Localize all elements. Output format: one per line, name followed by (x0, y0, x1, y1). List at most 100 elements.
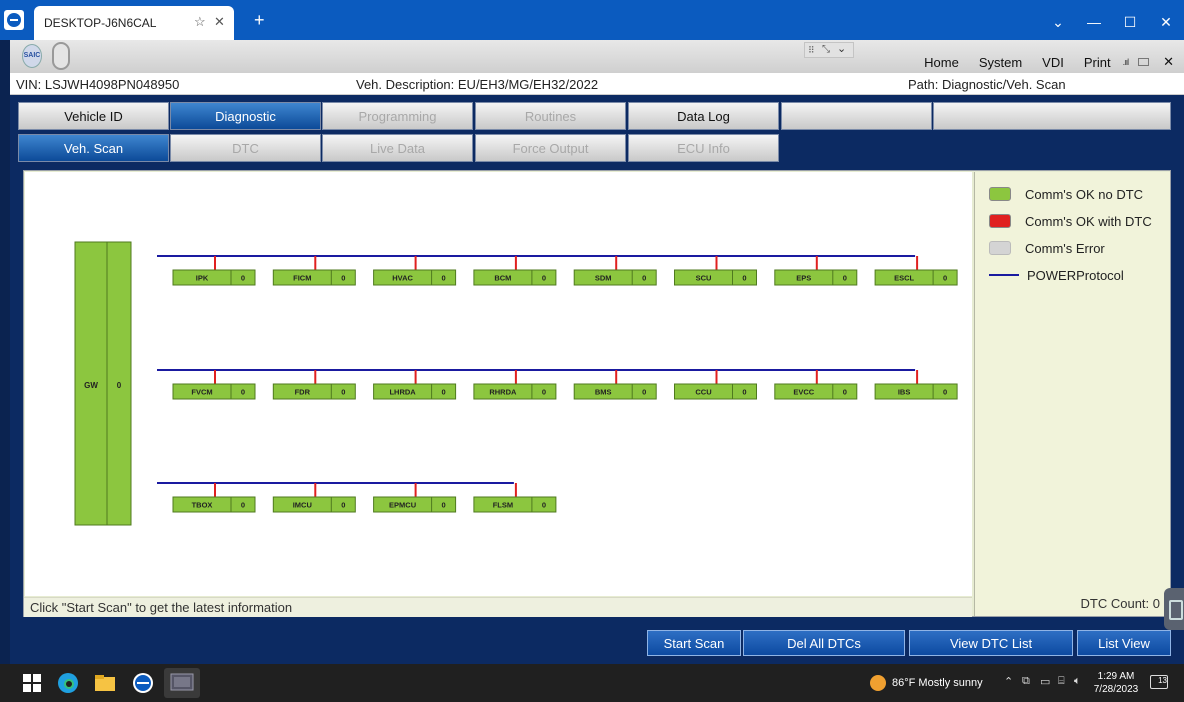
ecu-dtc-count: 0 (341, 388, 345, 397)
session-tab-label: DESKTOP-J6N6CAL (44, 16, 157, 30)
tab-vehicle-id[interactable]: Vehicle ID (18, 102, 169, 130)
tab-routines[interactable]: Routines (475, 102, 626, 130)
usb-icon[interactable]: ⧉ (1022, 675, 1030, 688)
legend-label: Comm's OK no DTC (1025, 186, 1144, 202)
start-scan-button[interactable]: Start Scan (647, 630, 741, 656)
ecu-label: FVCM (191, 388, 212, 397)
network-icon[interactable]: ⌸ (1058, 675, 1065, 688)
dtc-count: DTC Count: 0 (1080, 596, 1160, 611)
legend-comm-error: Comm's Error (989, 238, 1105, 258)
tab-programming[interactable]: Programming (322, 102, 473, 130)
clock-time: 1:29 AM (1097, 671, 1135, 682)
ecu-dtc-count: 0 (241, 501, 245, 510)
new-tab-button[interactable]: + (254, 10, 265, 31)
ecu-label: EVCC (793, 388, 814, 397)
edge-browser-icon[interactable] (56, 671, 80, 695)
file-explorer-icon[interactable] (93, 671, 117, 695)
legend-label: POWERProtocol (1027, 267, 1124, 283)
ecu-dtc-count: 0 (341, 274, 345, 283)
ecu-dtc-count: 0 (943, 274, 947, 283)
ecu-dtc-count: 0 (241, 274, 245, 283)
ecu-label: CCU (695, 388, 711, 397)
session-tab[interactable]: DESKTOP-J6N6CAL ☆ ✕ (34, 6, 234, 40)
ecu-dtc-count: 0 (943, 388, 947, 397)
green-swatch-icon (989, 187, 1011, 201)
subtab-ecu-info[interactable]: ECU Info (628, 134, 779, 162)
ecu-label: BMS (595, 388, 612, 397)
teamviewer-logo-icon[interactable] (4, 10, 24, 30)
gateway-label: GW (84, 381, 98, 390)
ecu-dtc-count: 0 (843, 388, 847, 397)
ecu-dtc-count: 0 (742, 274, 746, 283)
status-bar: Click "Start Scan" to get the latest inf… (24, 597, 972, 617)
chevron-down-icon[interactable]: ⌄ (837, 42, 846, 55)
tab-empty-1 (781, 102, 932, 130)
ecu-label: EPS (796, 274, 811, 283)
close-icon[interactable]: ✕ (214, 14, 225, 30)
clock[interactable]: 1:29 AM 7/28/2023 (1090, 670, 1142, 696)
minimize-button[interactable]: — (1076, 0, 1112, 40)
menu-print[interactable]: Print (1084, 55, 1111, 70)
ecu-label: BCM (494, 274, 511, 283)
ecu-dtc-count: 0 (642, 274, 646, 283)
active-app-taskbar-item[interactable] (164, 668, 200, 698)
ecu-dtc-count: 0 (442, 274, 446, 283)
ecu-label: LHRDA (389, 388, 416, 397)
maximize-button[interactable]: ☐ (1112, 0, 1148, 40)
subtab-dtc[interactable]: DTC (170, 134, 321, 162)
list-view-button[interactable]: List View (1077, 630, 1171, 656)
ecu-label: HVAC (392, 274, 413, 283)
ecu-dtc-count: 0 (241, 388, 245, 397)
legend-label: Comm's Error (1025, 240, 1105, 256)
app-close-button[interactable]: ✕ (1163, 54, 1174, 70)
view-dtc-list-button[interactable]: View DTC List (909, 630, 1073, 656)
star-icon[interactable]: ☆ (194, 14, 206, 30)
vehicle-info-bar: VIN: LSJWH4098PN048950 Veh. Description:… (10, 73, 1184, 95)
ecu-label: TBOX (192, 501, 213, 510)
grid-icon[interactable]: ⠿ (808, 45, 815, 56)
weather-sun-icon[interactable] (870, 675, 886, 691)
ecu-label: IBS (898, 388, 911, 397)
volume-icon[interactable]: 🔈︎ (1074, 675, 1081, 688)
network-topology-diagram: GW 0 IPK 0 FICM 0 HVAC 0 BCM 0 SDM 0 SCU 0 EPS 0 ESCL 0 FV… (25, 172, 972, 596)
subtab-live-data[interactable]: Live Data (322, 134, 473, 162)
ecu-label: FICM (293, 274, 311, 283)
tab-data-log[interactable]: Data Log (628, 102, 779, 130)
path-breadcrumb: Path: Diagnostic/Veh. Scan (908, 77, 1066, 92)
vin-text: VIN: LSJWH4098PN048950 (16, 77, 180, 92)
chevron-up-icon[interactable]: ⌃ (1004, 675, 1013, 688)
close-window-button[interactable]: ✕ (1148, 0, 1184, 40)
legend-ok-with-dtc: Comm's OK with DTC (989, 211, 1152, 231)
battery-tray-icon[interactable]: ▭ (1040, 675, 1050, 688)
chevron-down-icon[interactable]: ⌄ (1040, 0, 1076, 40)
ecu-label: EPMCU (389, 501, 416, 510)
notification-icon[interactable]: 13 (1150, 675, 1168, 689)
clock-date: 7/28/2023 (1093, 684, 1139, 695)
topology-canvas: GW 0 IPK 0 FICM 0 HVAC 0 BCM 0 SDM 0 SCU 0 EPS 0 ESCL 0 FV… (74, 241, 958, 526)
del-all-dtcs-button[interactable]: Del All DTCs (743, 630, 905, 656)
protocol-line-icon (989, 274, 1019, 276)
remote-toolbar[interactable]: ⠿ ⤡ ⌄ (804, 42, 854, 58)
ecu-label: IPK (196, 274, 209, 283)
weather-text[interactable]: 86°F Mostly sunny (892, 677, 983, 689)
windows-start-icon[interactable] (20, 671, 44, 695)
ecu-label: ESCL (894, 274, 914, 283)
subtab-veh-scan[interactable]: Veh. Scan (18, 134, 169, 162)
ecu-dtc-count: 0 (442, 388, 446, 397)
battery-icon (1138, 58, 1150, 66)
ecu-label: FDR (295, 388, 311, 397)
side-panel-handle[interactable] (1164, 588, 1184, 630)
ecu-dtc-count: 0 (642, 388, 646, 397)
menu-system[interactable]: System (979, 55, 1022, 70)
ecu-dtc-count: 0 (542, 501, 546, 510)
red-swatch-icon (989, 214, 1011, 228)
ecu-dtc-count: 0 (442, 501, 446, 510)
fit-screen-icon[interactable]: ⤡ (822, 44, 830, 55)
mg-lion-logo-icon (52, 42, 70, 70)
menu-vdi[interactable]: VDI (1042, 55, 1064, 70)
subtab-force-output[interactable]: Force Output (475, 134, 626, 162)
tab-diagnostic[interactable]: Diagnostic (170, 102, 321, 130)
scan-content-panel: GW 0 IPK 0 FICM 0 HVAC 0 BCM 0 SDM 0 SCU 0 EPS 0 ESCL 0 FV… (23, 170, 1171, 617)
menu-home[interactable]: Home (924, 55, 959, 70)
teamviewer-taskbar-icon[interactable] (131, 671, 155, 695)
